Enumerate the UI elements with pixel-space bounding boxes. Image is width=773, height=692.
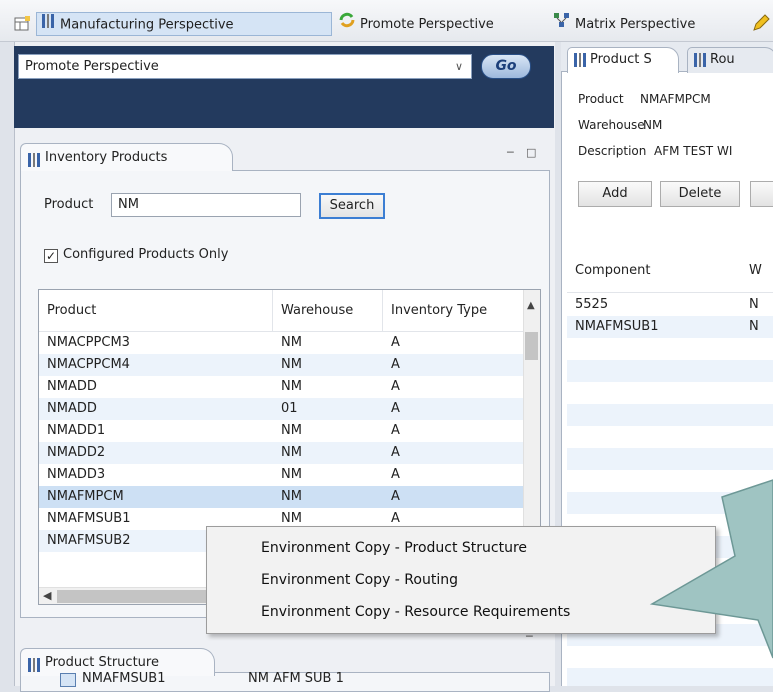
table-row[interactable]: NMACPPCM3 NM A bbox=[39, 332, 524, 354]
table-row[interactable]: NMADD NM A bbox=[39, 376, 524, 398]
description-field-value: AFM TEST WI bbox=[654, 144, 733, 158]
menu-item-copy-product-structure[interactable]: Environment Copy - Product Structure bbox=[207, 533, 715, 563]
table-cell: NMAFMPCM bbox=[47, 489, 124, 504]
table-row[interactable]: NMADD3 NM A bbox=[39, 464, 524, 486]
description-field-label: Description bbox=[578, 144, 647, 158]
scroll-left-icon[interactable]: ◀ bbox=[43, 589, 51, 602]
table-row[interactable]: NMACPPCM4 NM A bbox=[39, 354, 524, 376]
table-cell: A bbox=[391, 379, 400, 394]
column-header-product[interactable]: Product bbox=[39, 290, 273, 332]
table-cell: A bbox=[391, 467, 400, 482]
configured-products-label: Configured Products Only bbox=[63, 247, 229, 262]
wrench-icon bbox=[27, 151, 41, 179]
product-search-input[interactable]: NM bbox=[111, 193, 301, 217]
product-field-value: NMAFMPCM bbox=[640, 92, 711, 106]
perspective-dropdown[interactable]: Promote Perspective ∨ bbox=[18, 54, 472, 79]
open-perspective-icon[interactable] bbox=[14, 16, 30, 32]
table-cell: NM bbox=[281, 335, 302, 350]
warehouse-field-label: Warehouse bbox=[578, 118, 645, 132]
table-row[interactable]: NMADD2 NM A bbox=[39, 442, 524, 464]
table-cell: NMADD3 bbox=[47, 467, 106, 482]
table-row[interactable]: NMADD 01 A bbox=[39, 398, 524, 420]
column-header-warehouse[interactable]: W bbox=[749, 263, 762, 278]
wrench-icon bbox=[40, 13, 56, 37]
context-menu: Environment Copy - Product Structure Env… bbox=[206, 526, 716, 634]
table-cell: NMAFMSUB1 bbox=[47, 511, 131, 526]
wrench-icon bbox=[573, 52, 587, 77]
product-label: Product bbox=[44, 197, 94, 212]
table-row[interactable]: 5525 N bbox=[567, 294, 773, 316]
table-cell: NM bbox=[281, 423, 302, 438]
table-cell: A bbox=[391, 357, 400, 372]
table-cell: NM bbox=[281, 467, 302, 482]
column-header-inventory-type[interactable]: Inventory Type bbox=[383, 290, 524, 332]
pencil-icon[interactable] bbox=[752, 14, 770, 35]
table-cell: NMADD1 bbox=[47, 423, 106, 438]
perspective-promote-button[interactable]: Promote Perspective bbox=[338, 12, 544, 36]
table-cell: NM bbox=[281, 379, 302, 394]
table-row[interactable]: NMADD1 NM A bbox=[39, 420, 524, 442]
table-cell: NMADD bbox=[47, 379, 97, 394]
delete-button[interactable]: Delete bbox=[660, 181, 740, 207]
wrench-icon bbox=[693, 52, 707, 77]
menu-item-copy-routing[interactable]: Environment Copy - Routing bbox=[207, 565, 715, 595]
table-cell: A bbox=[391, 489, 400, 504]
table-cell: A bbox=[391, 445, 400, 460]
perspective-matrix-button[interactable]: Matrix Perspective bbox=[553, 12, 738, 36]
minimize-icon[interactable]: ─ bbox=[507, 146, 514, 159]
perspective-bar: Manufacturing Perspective Promote Perspe… bbox=[0, 0, 773, 42]
menu-item-copy-resource-requirements[interactable]: Environment Copy - Resource Requirements bbox=[207, 597, 715, 627]
go-button[interactable]: Go bbox=[481, 54, 531, 79]
component-table-header: Component W bbox=[567, 251, 773, 293]
tab-inventory-products[interactable]: Inventory Products bbox=[20, 143, 233, 171]
tab-routing[interactable]: Rou bbox=[687, 47, 773, 73]
scroll-thumb[interactable] bbox=[525, 332, 538, 360]
more-button[interactable] bbox=[750, 181, 773, 207]
right-tab-strip: Product S Rou bbox=[561, 42, 773, 73]
product-structure-item[interactable]: NMAFMSUB1 NM AFM SUB 1 bbox=[38, 671, 548, 687]
perspective-manufacturing-button[interactable]: Manufacturing Perspective bbox=[36, 12, 332, 36]
column-header-component[interactable]: Component bbox=[575, 263, 650, 278]
search-button[interactable]: Search bbox=[319, 193, 385, 219]
table-cell: 01 bbox=[281, 401, 298, 416]
table-cell: NMADD2 bbox=[47, 445, 106, 460]
table-header: Product Warehouse Inventory Type bbox=[39, 290, 524, 332]
maximize-icon[interactable]: □ bbox=[526, 146, 536, 159]
assembly-icon bbox=[60, 673, 76, 687]
table-row[interactable]: NMAFMPCM NM A bbox=[39, 486, 524, 508]
table-cell: NMACPPCM3 bbox=[47, 335, 130, 350]
matrix-icon bbox=[553, 12, 571, 37]
scroll-thumb[interactable] bbox=[57, 590, 207, 603]
table-cell: A bbox=[391, 401, 400, 416]
table-cell: NM bbox=[281, 445, 302, 460]
chevron-down-icon: ∨ bbox=[454, 60, 463, 73]
table-cell: A bbox=[391, 335, 400, 350]
product-field-label: Product bbox=[578, 92, 624, 106]
table-cell: NM bbox=[281, 489, 302, 504]
table-cell: NMADD bbox=[47, 401, 97, 416]
scroll-up-icon[interactable]: ▲ bbox=[527, 300, 535, 311]
table-cell: NMAFMSUB2 bbox=[47, 533, 131, 548]
table-cell: NM bbox=[281, 357, 302, 372]
warehouse-field-value: NM bbox=[643, 118, 663, 132]
configured-products-checkbox[interactable]: ✓ bbox=[44, 249, 58, 263]
column-header-warehouse[interactable]: Warehouse bbox=[273, 290, 383, 332]
refresh-promote-icon bbox=[338, 12, 356, 37]
table-cell: NMACPPCM4 bbox=[47, 357, 130, 372]
table-row[interactable]: NMAFMSUB1 N bbox=[567, 316, 773, 338]
tab-product-structure-editor[interactable]: Product S bbox=[567, 47, 679, 73]
table-cell: A bbox=[391, 423, 400, 438]
add-button[interactable]: Add bbox=[578, 181, 652, 207]
